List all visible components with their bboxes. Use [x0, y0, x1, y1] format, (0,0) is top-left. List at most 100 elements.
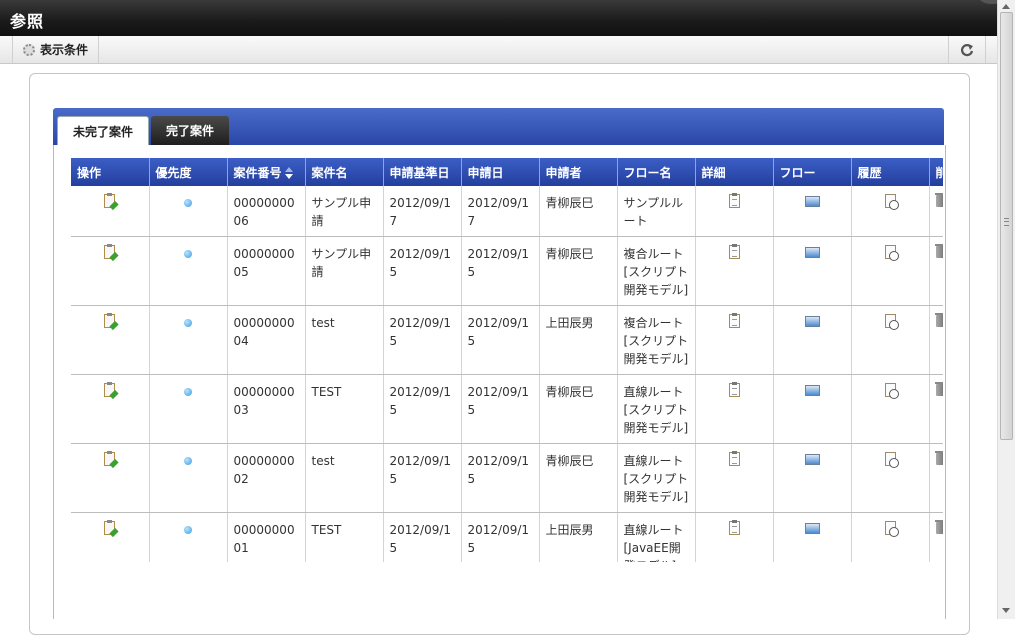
- base-date-cell: 2012/09/15: [383, 512, 462, 562]
- col-header-case-number[interactable]: 案件番号: [227, 158, 306, 186]
- priority-dot-icon: [184, 319, 192, 327]
- trash-icon[interactable]: [934, 193, 943, 207]
- trash-icon[interactable]: [934, 451, 943, 465]
- flow-cell: [773, 305, 852, 375]
- operation-cell: [71, 236, 150, 306]
- col-header-detail: 詳細: [695, 158, 774, 186]
- trash-icon[interactable]: [934, 382, 943, 396]
- delete-cell: [929, 443, 943, 513]
- priority-dot-icon: [184, 388, 192, 396]
- display-condition-label: 表示条件: [40, 43, 89, 57]
- detail-icon[interactable]: [728, 193, 740, 208]
- toolbar: 表示条件: [0, 36, 997, 64]
- flow-name-cell: 複合ルート[スクリプト開発モデル]: [617, 236, 696, 306]
- table-row: 0000000006 サンプル申請 2012/09/17 2012/09/17 青柳辰巳…: [71, 186, 943, 237]
- tab-incomplete-cases[interactable]: 未完了案件: [57, 116, 150, 145]
- case-table-container[interactable]: 操作 優先度 案件番号 案件名 申請基準日 申請日 申請者 フロー名 詳細 フロ…: [71, 158, 943, 562]
- scroll-up-arrow-icon[interactable]: [1002, 4, 1010, 9]
- table-row: 0000000002 test 2012/09/15 2012/09/15 青柳辰巳 直線…: [71, 443, 943, 513]
- priority-cell: [149, 236, 228, 306]
- history-icon[interactable]: [884, 521, 899, 537]
- detail-cell: [695, 512, 774, 562]
- detail-cell: [695, 186, 774, 237]
- table-row: 0000000003 TEST 2012/09/15 2012/09/15 青柳辰巳 直線…: [71, 374, 943, 444]
- priority-dot-icon: [184, 250, 192, 258]
- history-icon[interactable]: [884, 452, 899, 468]
- delete-cell: [929, 512, 943, 562]
- flow-cell: [773, 443, 852, 513]
- detail-icon[interactable]: [728, 520, 740, 535]
- detail-icon[interactable]: [728, 382, 740, 397]
- history-icon[interactable]: [884, 383, 899, 399]
- edit-icon[interactable]: [104, 382, 116, 397]
- display-condition-button[interactable]: 表示条件: [12, 36, 100, 63]
- applicant-cell: 上田辰男: [539, 305, 618, 375]
- col-header-flow-name[interactable]: フロー名: [617, 158, 696, 186]
- case-number-cell: 0000000003: [227, 374, 306, 444]
- applicant-cell: 青柳辰巳: [539, 443, 618, 513]
- case-number-cell: 0000000006: [227, 186, 306, 237]
- detail-icon[interactable]: [728, 313, 740, 328]
- col-header-base-date[interactable]: 申請基準日: [383, 158, 462, 186]
- flow-name-cell: サンプルルート: [617, 186, 696, 237]
- operation-cell: [71, 305, 150, 375]
- grip-icon: [1004, 218, 1009, 226]
- base-date-cell: 2012/09/15: [383, 305, 462, 375]
- history-cell: [851, 512, 930, 562]
- col-header-case-number-label: 案件番号: [233, 165, 282, 180]
- case-name-cell: サンプル申請: [305, 236, 384, 306]
- flow-cell: [773, 512, 852, 562]
- priority-cell: [149, 374, 228, 444]
- apply-date-cell: 2012/09/15: [461, 305, 540, 375]
- applicant-cell: 青柳辰巳: [539, 236, 618, 306]
- title-bar: 参照: [0, 0, 1005, 36]
- edit-icon[interactable]: [104, 313, 116, 328]
- history-icon[interactable]: [884, 194, 899, 210]
- trash-icon[interactable]: [934, 244, 943, 258]
- detail-icon[interactable]: [728, 451, 740, 466]
- flow-image-icon[interactable]: [804, 523, 820, 534]
- edit-icon[interactable]: [104, 244, 116, 259]
- history-icon[interactable]: [884, 314, 899, 330]
- col-header-history: 履歴: [851, 158, 930, 186]
- edit-icon[interactable]: [104, 193, 116, 208]
- applicant-cell: 青柳辰巳: [539, 374, 618, 444]
- delete-cell: [929, 186, 943, 237]
- detail-icon[interactable]: [728, 244, 740, 259]
- base-date-cell: 2012/09/15: [383, 374, 462, 444]
- tab-bar: 未完了案件 完了案件: [53, 108, 944, 145]
- priority-dot-icon: [184, 457, 192, 465]
- delete-cell: [929, 305, 943, 375]
- history-icon[interactable]: [884, 245, 899, 261]
- flow-name-cell: 直線ルート[JavaEE開発モデル]: [617, 512, 696, 562]
- case-number-cell: 0000000005: [227, 236, 306, 306]
- flow-image-icon[interactable]: [804, 385, 820, 396]
- trash-icon[interactable]: [934, 520, 943, 534]
- detail-cell: [695, 305, 774, 375]
- flow-image-icon[interactable]: [804, 196, 820, 207]
- col-header-apply-date[interactable]: 申請日: [461, 158, 540, 186]
- edit-icon[interactable]: [104, 520, 116, 535]
- flow-cell: [773, 374, 852, 444]
- refresh-button[interactable]: [948, 36, 986, 63]
- flow-image-icon[interactable]: [804, 247, 820, 258]
- col-header-applicant[interactable]: 申請者: [539, 158, 618, 186]
- history-cell: [851, 305, 930, 375]
- flow-image-icon[interactable]: [804, 316, 820, 327]
- tab-completed-cases[interactable]: 完了案件: [151, 116, 230, 145]
- applicant-cell: 上田辰男: [539, 512, 618, 562]
- operation-cell: [71, 374, 150, 444]
- operation-cell: [71, 443, 150, 513]
- col-header-priority[interactable]: 優先度: [149, 158, 228, 186]
- col-header-flow: フロー: [773, 158, 852, 186]
- edit-icon[interactable]: [104, 451, 116, 466]
- scroll-down-arrow-icon[interactable]: [1002, 608, 1010, 613]
- base-date-cell: 2012/09/15: [383, 236, 462, 306]
- scrollbar-thumb[interactable]: [1000, 12, 1013, 440]
- table-row: 0000000005 サンプル申請 2012/09/15 2012/09/15 青柳辰巳…: [71, 236, 943, 306]
- vertical-scrollbar[interactable]: [997, 0, 1015, 619]
- trash-icon[interactable]: [934, 313, 943, 327]
- col-header-case-name[interactable]: 案件名: [305, 158, 384, 186]
- flow-name-cell: 複合ルート[スクリプト開発モデル]: [617, 305, 696, 375]
- flow-image-icon[interactable]: [804, 454, 820, 465]
